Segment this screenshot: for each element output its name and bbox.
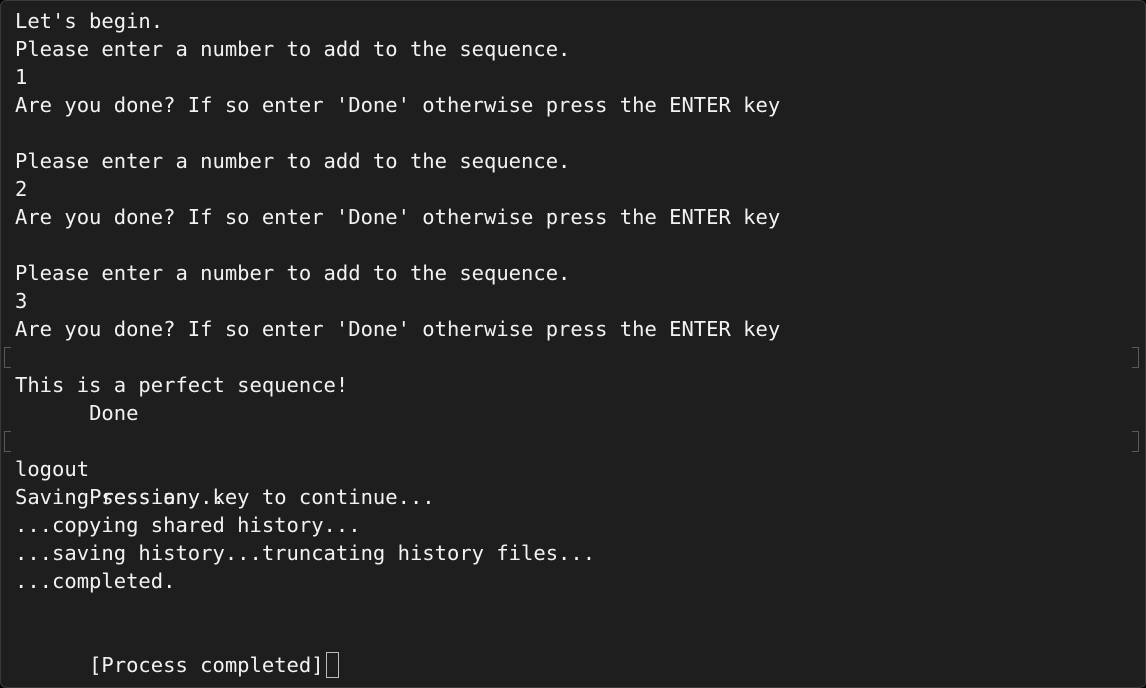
terminal-line: Let's begin. — [15, 9, 164, 33]
terminal-output: Let's begin. Please enter a number to ad… — [4, 7, 1139, 678]
mark-bracket-right — [1132, 431, 1139, 452]
terminal-line: Are you done? If so enter 'Done' otherwi… — [15, 93, 781, 117]
terminal-line: ...completed. — [15, 569, 176, 593]
terminal-line-prompt: [Process completed] — [15, 623, 1131, 678]
terminal-window[interactable]: Let's begin. Please enter a number to ad… — [0, 0, 1146, 688]
terminal-line: Please enter a number to add to the sequ… — [15, 37, 571, 61]
terminal-line: ...copying shared history... — [15, 513, 361, 537]
terminal-line: 3 — [15, 289, 28, 313]
terminal-line: ...saving history...truncating history f… — [15, 541, 596, 565]
terminal-line-marked: Press any key to continue... — [4, 427, 1139, 509]
mark-bracket-left — [4, 347, 11, 368]
terminal-line: Please enter a number to add to the sequ… — [15, 261, 571, 285]
terminal-line: 1 — [15, 65, 28, 89]
terminal-line: Saving session... — [15, 485, 225, 509]
terminal-line-marked: Done — [4, 343, 1139, 425]
terminal-line: Please enter a number to add to the sequ… — [15, 149, 571, 173]
mark-bracket-left — [4, 431, 11, 452]
terminal-line: 2 — [15, 177, 28, 201]
terminal-line: This is a perfect sequence! — [15, 373, 349, 397]
terminal-line: logout — [15, 457, 90, 481]
process-completed-text: [Process completed] — [89, 653, 324, 677]
terminal-line: Are you done? If so enter 'Done' otherwi… — [15, 205, 781, 229]
terminal-line: Are you done? If so enter 'Done' otherwi… — [15, 317, 781, 341]
cursor-block[interactable] — [325, 652, 339, 678]
mark-bracket-right — [1132, 347, 1139, 368]
